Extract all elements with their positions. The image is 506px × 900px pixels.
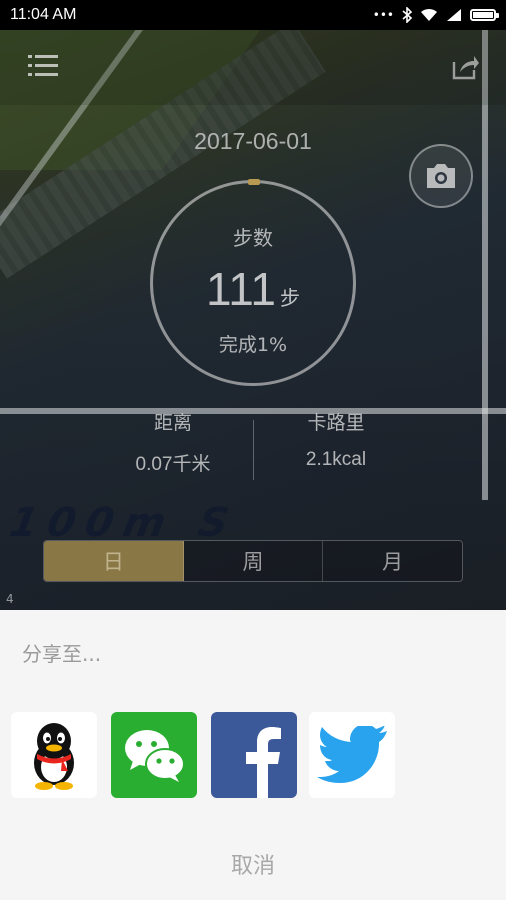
steps-unit: 步 <box>279 286 300 310</box>
step-counter-screen: 2017-06-01 步数 111 步 完成1% 距离 0.07千米 卡路里 2.… <box>0 30 506 610</box>
distance-value: 0.07千米 <box>135 454 211 475</box>
tab-week[interactable]: 周 <box>183 541 324 581</box>
menu-icon[interactable] <box>28 54 58 78</box>
calories-label: 卡路里 <box>307 412 365 434</box>
facebook-icon <box>246 727 281 798</box>
distance-metric: 距离 0.07千米 <box>113 408 233 476</box>
status-bar: 11:04 AM ••• <box>0 0 506 30</box>
top-bar <box>0 30 506 105</box>
steps-label: 步数 <box>233 226 273 250</box>
wechat-icon <box>125 730 185 782</box>
steps-completion: 完成1% <box>218 334 288 356</box>
metric-divider <box>253 420 254 480</box>
cancel-button[interactable]: 取消 <box>0 848 506 880</box>
twitter-icon <box>317 726 387 783</box>
period-tabs: 日 周 月 <box>43 540 463 582</box>
battery-icon <box>470 9 499 21</box>
camera-icon <box>427 164 455 188</box>
calories-value: 2.1kcal <box>305 449 367 470</box>
progress-ring-marker <box>248 179 260 185</box>
status-time: 11:04 AM <box>10 6 77 23</box>
share-icon[interactable] <box>450 52 480 82</box>
status-icons: ••• <box>372 7 499 23</box>
camera-button[interactable] <box>409 144 473 208</box>
steps-value: 111 步 <box>0 262 506 316</box>
steps-number: 111 <box>206 263 276 315</box>
more-dots-icon: ••• <box>372 8 394 22</box>
share-sheet-title: 分享至... <box>22 642 102 666</box>
wifi-icon <box>421 8 437 21</box>
qq-icon <box>34 723 74 790</box>
distance-label: 距离 <box>153 412 192 434</box>
bluetooth-icon <box>402 7 412 23</box>
tab-day[interactable]: 日 <box>44 541 184 581</box>
share-wechat-button[interactable] <box>111 712 197 798</box>
tab-month[interactable]: 月 <box>323 541 462 581</box>
share-twitter-button[interactable] <box>309 712 395 798</box>
track-line <box>0 408 506 414</box>
share-facebook-button[interactable] <box>211 712 297 798</box>
page-indicator: 4 <box>6 592 14 606</box>
calories-metric: 卡路里 2.1kcal <box>276 408 396 471</box>
signal-icon <box>447 9 461 21</box>
share-qq-button[interactable] <box>11 712 97 798</box>
share-sheet: 分享至... 取消 <box>0 610 506 900</box>
